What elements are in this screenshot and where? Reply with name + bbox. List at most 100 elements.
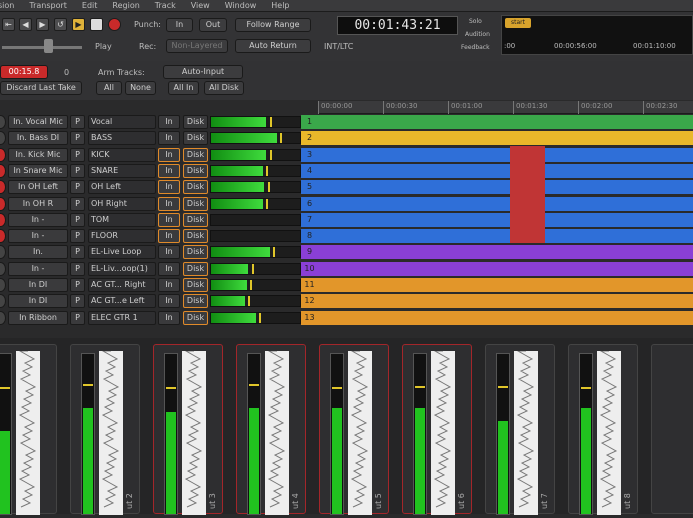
monitor-disk-button[interactable]: Disk [183,229,208,244]
loop-icon[interactable]: ↺ [54,18,67,31]
fader-meter[interactable] [81,353,95,515]
rec-arm-button[interactable] [0,147,6,162]
track-name[interactable]: AC GT...e Left [88,294,156,309]
shuttle-slider[interactable] [2,46,82,49]
track-input-button[interactable]: In. [8,245,68,260]
all-in-button[interactable]: All In [168,81,199,95]
playlist-button[interactable]: P [70,115,85,129]
fader-meter[interactable] [0,353,12,515]
record-icon[interactable] [108,18,121,31]
track-name[interactable]: KICK [88,147,156,162]
monitor-input-button[interactable]: In [158,196,180,211]
rec-arm-button[interactable] [0,196,6,211]
fader-meter[interactable] [247,353,261,515]
rec-arm-button[interactable] [0,261,6,276]
track-lane[interactable] [318,180,693,195]
playlist-button[interactable]: P [70,310,85,325]
monitor-disk-button[interactable]: Disk [183,131,208,146]
mixer-strip[interactable]: ut 7 [485,344,555,515]
track-lane[interactable] [318,278,693,292]
track-lane[interactable] [318,261,693,276]
monitor-disk-button[interactable]: Disk [183,212,208,227]
playlist-button[interactable]: P [70,245,85,260]
punch-out-button[interactable]: Out [199,18,227,32]
mixer-strip[interactable]: ut 2 [70,344,140,515]
menu-item-6[interactable]: Window [225,1,257,10]
punch-in-button[interactable]: In [166,18,193,32]
track-input-button[interactable]: In. Kick Mic [8,147,68,162]
start-marker[interactable]: start [505,18,531,28]
track-input-button[interactable]: In. Bass DI [8,131,68,146]
track-lane[interactable] [318,196,693,211]
recorded-region[interactable] [510,146,545,243]
monitor-input-button[interactable]: In [158,261,180,276]
track-name[interactable]: SNARE [88,163,156,178]
all-disk-button[interactable]: All Disk [204,81,244,95]
rec-arm-button[interactable] [0,310,6,325]
monitor-disk-button[interactable]: Disk [183,294,208,309]
monitor-disk-button[interactable]: Disk [183,278,208,292]
monitor-disk-button[interactable]: Disk [183,180,208,195]
goto-start-icon[interactable]: ⇤ [2,18,15,31]
playlist-button[interactable]: P [70,180,85,195]
mini-timeline[interactable]: start :00 00:00:56:00 00:01:10:00 [501,15,693,55]
track-name[interactable]: Vocal [88,115,156,129]
playlist-button[interactable]: P [70,147,85,162]
mixer-strip[interactable] [0,344,57,515]
track-lane[interactable] [318,115,693,129]
playlist-button[interactable]: P [70,294,85,309]
monitor-disk-button[interactable]: Disk [183,261,208,276]
track-input-button[interactable]: In Ribbon [8,310,68,325]
rec-arm-button[interactable] [0,212,6,227]
track-lane[interactable] [318,310,693,325]
track-input-button[interactable]: In DI [8,294,68,309]
playlist-button[interactable]: P [70,131,85,146]
monitor-input-button[interactable]: In [158,212,180,227]
menu-item-5[interactable]: View [191,1,210,10]
monitor-input-button[interactable]: In [158,310,180,325]
monitor-disk-button[interactable]: Disk [183,310,208,325]
track-lane[interactable] [318,245,693,260]
menu-item-7[interactable]: Help [271,1,289,10]
play-icon[interactable]: ▶ [72,18,85,31]
track-lane[interactable] [318,294,693,309]
rec-arm-button[interactable] [0,229,6,244]
arm-all-button[interactable]: All [96,81,122,95]
auto-return-button[interactable]: Auto Return [235,39,311,53]
menu-item-3[interactable]: Region [112,1,139,10]
monitor-input-button[interactable]: In [158,229,180,244]
track-name[interactable]: EL-Liv...oop(1) [88,261,156,276]
rec-arm-button[interactable] [0,278,6,292]
playlist-button[interactable]: P [70,196,85,211]
mixer-strip[interactable]: ut 8 [568,344,638,515]
mixer-strip-partial[interactable] [651,344,693,514]
monitor-input-button[interactable]: In [158,294,180,309]
rec-arm-button[interactable] [0,115,6,129]
track-lane[interactable] [318,147,693,162]
monitor-input-button[interactable]: In [158,115,180,129]
track-lane[interactable] [318,212,693,227]
mixer-strip[interactable]: ut 5 [319,344,389,515]
playlist-button[interactable]: P [70,278,85,292]
track-name[interactable]: BASS [88,131,156,146]
monitor-disk-button[interactable]: Disk [183,245,208,260]
monitor-disk-button[interactable]: Disk [183,196,208,211]
track-name[interactable]: TOM [88,212,156,227]
rewind-icon[interactable]: ◀ [19,18,32,31]
track-input-button[interactable]: In. Vocal Mic [8,115,68,129]
track-name[interactable]: ELEC GTR 1 [88,310,156,325]
track-input-button[interactable]: In OH Left [8,180,68,195]
rec-arm-button[interactable] [0,245,6,260]
monitor-input-button[interactable]: In [158,131,180,146]
monitor-input-button[interactable]: In [158,147,180,162]
menu-item-0[interactable]: sion [0,1,14,10]
track-input-button[interactable]: In - [8,229,68,244]
fader-meter[interactable] [164,353,178,515]
playlist-button[interactable]: P [70,229,85,244]
rec-arm-button[interactable] [0,294,6,309]
track-input-button[interactable]: In Snare Mic [8,163,68,178]
menu-item-4[interactable]: Track [155,1,176,10]
shuttle-handle[interactable] [44,39,53,53]
primary-clock[interactable]: 00:01:43:21 [337,16,458,35]
rec-mode-select[interactable]: Non-Layered [166,39,228,53]
